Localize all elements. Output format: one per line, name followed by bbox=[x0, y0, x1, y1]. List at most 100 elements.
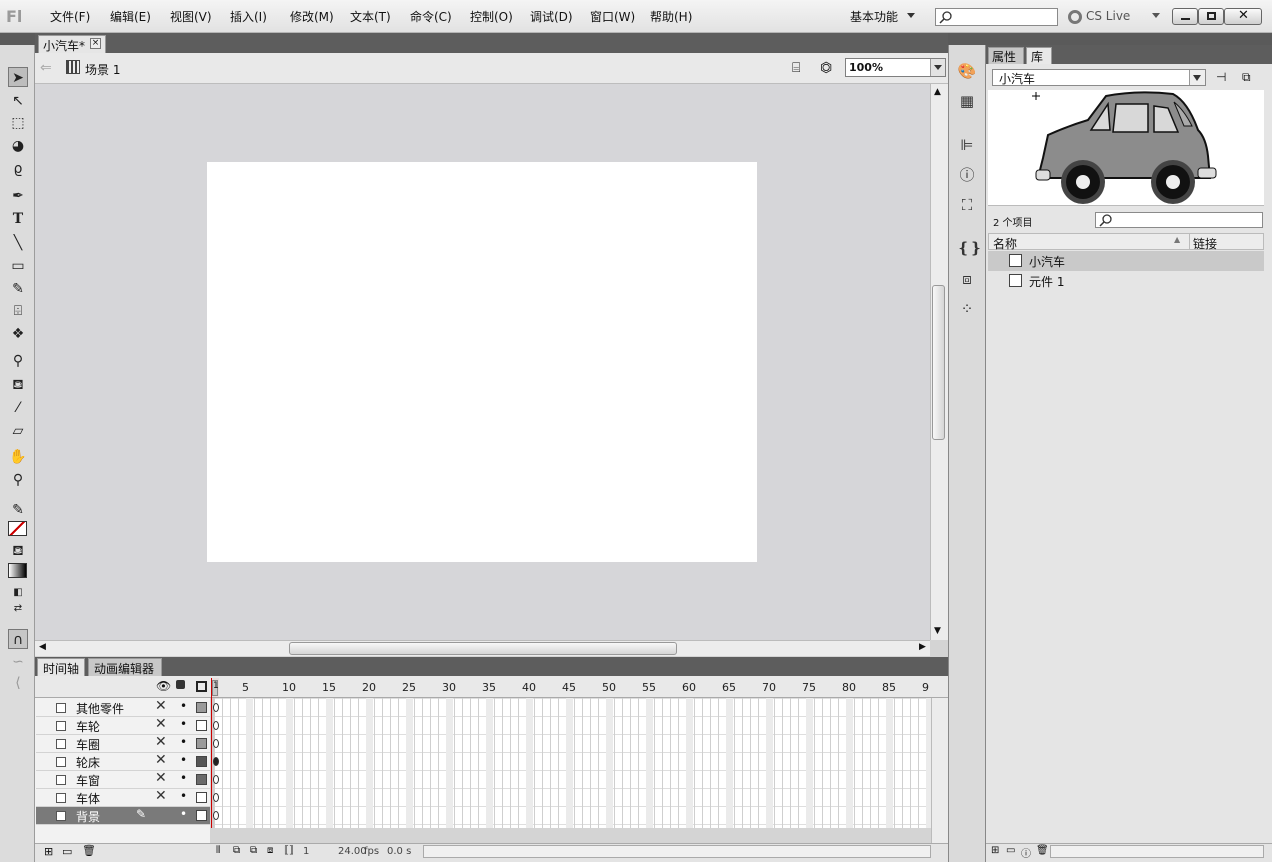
library-document-select[interactable]: 小汽车 bbox=[992, 69, 1206, 86]
delete-layer-icon[interactable]: 🗑 bbox=[82, 844, 96, 857]
stroke-swatch[interactable] bbox=[8, 521, 27, 536]
menu-commands[interactable]: 命令(C) bbox=[410, 8, 452, 25]
hidden-x-icon[interactable]: ✕ bbox=[155, 752, 167, 768]
rectangle-tool-icon[interactable]: ▭ bbox=[8, 256, 28, 276]
frame-rate[interactable]: 24.00 bbox=[338, 846, 367, 857]
scroll-down-icon[interactable]: ▼ bbox=[934, 626, 941, 636]
hidden-x-icon[interactable]: ✕ bbox=[155, 734, 167, 750]
eyedropper-tool-icon[interactable]: ⁄ bbox=[8, 398, 28, 418]
chevron-down-icon[interactable] bbox=[1152, 13, 1160, 18]
layer-outline-swatch[interactable] bbox=[196, 810, 207, 821]
zoom-tool-icon[interactable]: ⚲ bbox=[8, 470, 28, 490]
maximize-button[interactable] bbox=[1198, 8, 1224, 25]
align-panel-icon[interactable]: ⊫ bbox=[957, 135, 977, 155]
hand-tool-icon[interactable]: ✋ bbox=[8, 447, 28, 467]
pencil-tool-icon[interactable]: ✎ bbox=[8, 279, 28, 299]
library-horizontal-scrollbar[interactable] bbox=[1050, 845, 1264, 858]
layer-outline-swatch[interactable] bbox=[196, 774, 207, 785]
new-folder-icon[interactable]: ▭ bbox=[1006, 845, 1015, 856]
menu-text[interactable]: 文本(T) bbox=[350, 8, 391, 25]
menu-edit[interactable]: 编辑(E) bbox=[110, 8, 151, 25]
keyframe-marker[interactable] bbox=[213, 757, 219, 766]
pen-tool-icon[interactable]: ✒ bbox=[8, 186, 28, 206]
layer-name[interactable]: 背景 bbox=[76, 808, 100, 825]
brush-tool-icon[interactable]: ❖ bbox=[8, 324, 28, 344]
layer-row[interactable]: 车体 ✕ • bbox=[36, 788, 210, 807]
lock-dot-icon[interactable]: • bbox=[180, 771, 187, 785]
eraser-tool-icon[interactable]: ▱ bbox=[8, 421, 28, 441]
snap-magnet-icon[interactable]: ∩ bbox=[8, 629, 28, 649]
delete-symbol-icon[interactable]: 🗑 bbox=[1036, 845, 1049, 856]
lock-dot-icon[interactable]: • bbox=[180, 753, 187, 767]
menu-help[interactable]: 帮助(H) bbox=[650, 8, 692, 25]
library-select-dropdown[interactable] bbox=[1189, 70, 1205, 85]
library-search-input[interactable] bbox=[1095, 212, 1263, 228]
keyframe-marker[interactable] bbox=[213, 721, 219, 730]
deco-tool-icon[interactable]: ⌹ bbox=[8, 301, 28, 321]
horizontal-scroll-thumb[interactable] bbox=[289, 642, 677, 655]
hidden-x-icon[interactable]: ✕ bbox=[155, 788, 167, 804]
info-panel-icon[interactable]: ⓘ bbox=[957, 165, 977, 185]
timeline-vertical-scrollbar[interactable] bbox=[931, 698, 948, 843]
selection-tool-icon[interactable]: ➤ bbox=[8, 67, 28, 87]
close-window-button[interactable]: ✕ bbox=[1224, 8, 1262, 25]
fill-color-icon[interactable]: ⛾ bbox=[8, 541, 28, 561]
layer-row[interactable]: 车窗 ✕ • bbox=[36, 770, 210, 789]
column-name[interactable]: 名称 bbox=[993, 235, 1017, 252]
layer-row[interactable]: 轮床 ✕ • bbox=[36, 752, 210, 771]
minimize-button[interactable] bbox=[1172, 8, 1198, 25]
layer-name[interactable]: 车圈 bbox=[76, 736, 100, 753]
new-layer-icon[interactable]: ⊞ bbox=[44, 845, 53, 858]
motion-presets-icon[interactable]: ⁘ bbox=[957, 299, 977, 319]
keyframe-marker[interactable] bbox=[213, 793, 219, 802]
new-symbol-icon[interactable]: ⊞ bbox=[991, 845, 999, 856]
keyframe-marker[interactable] bbox=[213, 739, 219, 748]
properties-icon[interactable]: ⓘ bbox=[1021, 845, 1031, 860]
lock-dot-icon[interactable]: • bbox=[180, 807, 187, 821]
edit-symbol-icon[interactable]: ⏣ bbox=[820, 60, 832, 76]
tab-timeline[interactable]: 时间轴 bbox=[37, 658, 85, 676]
edit-multiple-frames-icon[interactable]: ⧈ bbox=[267, 845, 273, 856]
layer-outline-swatch[interactable] bbox=[196, 738, 207, 749]
keyframe-marker[interactable] bbox=[213, 811, 219, 820]
lock-icon[interactable] bbox=[176, 680, 185, 689]
new-library-panel-icon[interactable]: ⧉ bbox=[1242, 70, 1251, 85]
swap-colors-icon[interactable]: ⇄ bbox=[8, 599, 28, 619]
layer-outline-swatch[interactable] bbox=[196, 756, 207, 767]
center-frame-icon[interactable]: ⫴ bbox=[216, 845, 220, 856]
layer-name[interactable]: 轮床 bbox=[76, 754, 100, 771]
playhead-handle[interactable]: 1 bbox=[212, 680, 219, 696]
layer-row[interactable]: 背景 ✎ • bbox=[36, 807, 210, 825]
straighten-icon[interactable]: ⟨ bbox=[8, 673, 28, 693]
code-snippets-icon[interactable]: ❴❵ bbox=[957, 238, 982, 258]
layer-name[interactable]: 车轮 bbox=[76, 718, 100, 735]
transform-panel-icon[interactable]: ⛶ bbox=[957, 195, 977, 215]
lasso-tool-icon[interactable]: ϱ bbox=[8, 159, 28, 179]
layer-outline-swatch[interactable] bbox=[196, 720, 207, 731]
tab-motion-editor[interactable]: 动画编辑器 bbox=[88, 658, 162, 676]
menu-control[interactable]: 控制(O) bbox=[470, 8, 513, 25]
bone-tool-icon[interactable]: ⚲ bbox=[8, 351, 28, 371]
vertical-scroll-thumb[interactable] bbox=[932, 285, 945, 440]
3d-rotation-tool-icon[interactable]: ◕ bbox=[8, 136, 28, 156]
paint-bucket-tool-icon[interactable]: ⛾ bbox=[8, 375, 28, 395]
eye-icon[interactable]: 👁 bbox=[156, 679, 171, 693]
hidden-x-icon[interactable]: ✕ bbox=[155, 698, 167, 714]
close-tab-icon[interactable]: × bbox=[90, 38, 101, 49]
pin-library-icon[interactable]: ⊣ bbox=[1216, 70, 1226, 84]
chevron-down-icon[interactable] bbox=[907, 13, 915, 18]
lock-dot-icon[interactable]: • bbox=[180, 789, 187, 803]
lock-dot-icon[interactable]: • bbox=[180, 717, 187, 731]
menu-insert[interactable]: 插入(I) bbox=[230, 8, 267, 25]
column-linkage[interactable]: 链接 bbox=[1193, 235, 1217, 252]
library-item[interactable]: 小汽车 bbox=[988, 251, 1264, 271]
components-icon[interactable]: ⧈ bbox=[957, 269, 977, 289]
cs-live-label[interactable]: CS Live bbox=[1086, 9, 1130, 23]
zoom-dropdown-button[interactable] bbox=[930, 59, 945, 76]
layer-name[interactable]: 车窗 bbox=[76, 772, 100, 789]
workspace-switcher[interactable]: 基本功能 bbox=[850, 8, 898, 25]
lock-dot-icon[interactable]: • bbox=[180, 699, 187, 713]
menu-file[interactable]: 文件(F) bbox=[50, 8, 90, 25]
layer-name[interactable]: 其他零件 bbox=[76, 700, 124, 717]
menu-window[interactable]: 窗口(W) bbox=[590, 8, 635, 25]
